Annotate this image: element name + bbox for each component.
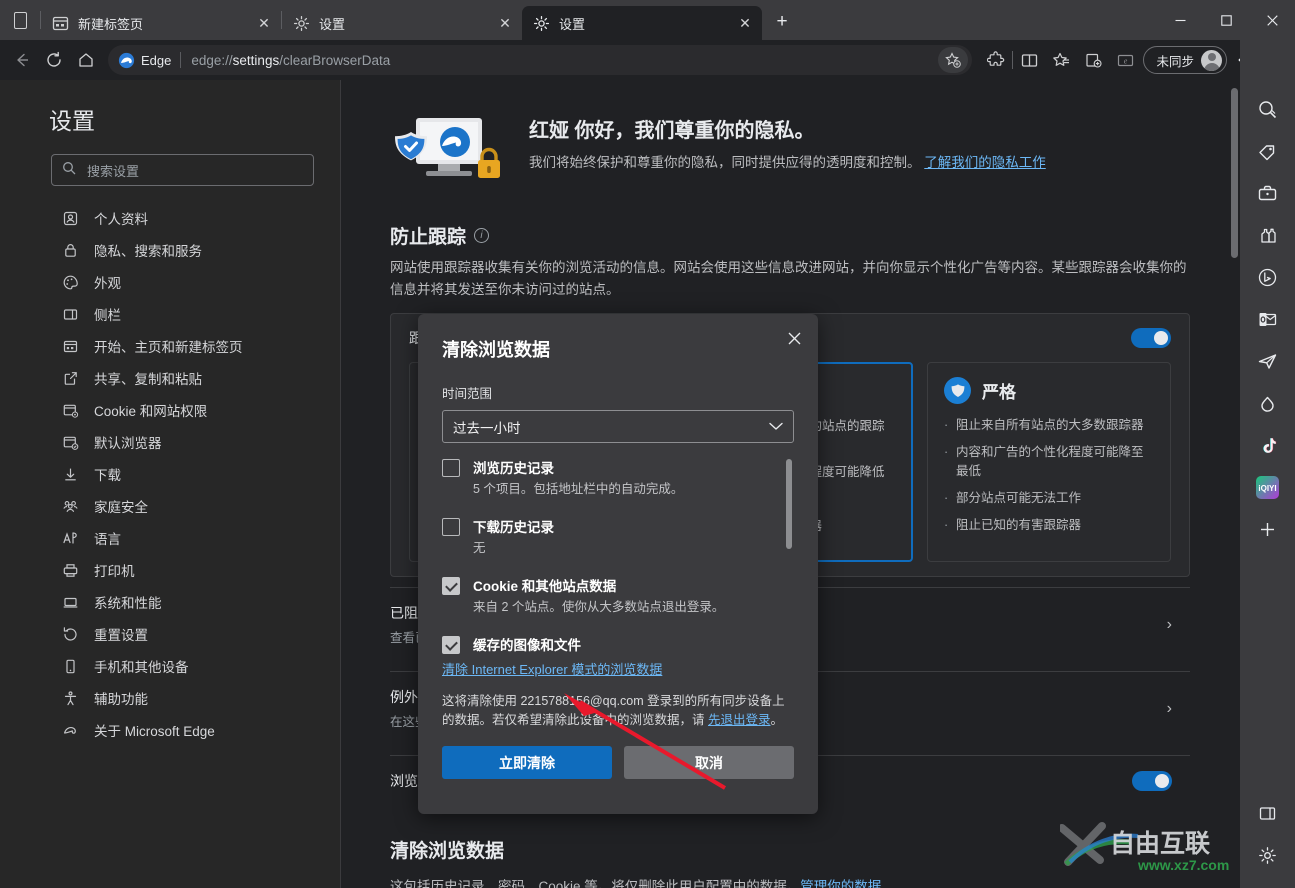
add-favorite-icon[interactable] bbox=[938, 47, 969, 73]
collections-button[interactable] bbox=[1077, 44, 1109, 76]
home-button[interactable] bbox=[70, 44, 102, 76]
tab-label: 新建标签页 bbox=[78, 16, 144, 32]
favorites-button[interactable] bbox=[1045, 44, 1077, 76]
checkbox-description: 无 bbox=[473, 541, 486, 555]
svg-text:iQIYI: iQIYI bbox=[1258, 484, 1276, 493]
checkbox[interactable] bbox=[442, 518, 460, 536]
time-range-select[interactable]: 过去一小时 bbox=[442, 410, 794, 443]
edge-logo-icon bbox=[118, 52, 135, 69]
bing-icon[interactable] bbox=[1251, 260, 1285, 294]
checkbox-description: 5 个项目。包括地址栏中的自动完成。 bbox=[473, 482, 684, 496]
clear-now-button[interactable]: 立即清除 bbox=[442, 746, 612, 779]
checkbox[interactable] bbox=[442, 636, 460, 654]
time-range-label: 时间范围 bbox=[442, 387, 493, 401]
browser-toolbar: Edge edge://settings/clearBrowserData e … bbox=[0, 40, 1295, 80]
checkbox-text: 缓存的图像和文件 释放的空间小于 83.0 MB。你下次访问时，有些网站的加 bbox=[473, 634, 776, 657]
dialog-list-scrollbar[interactable] bbox=[786, 459, 792, 549]
gear-icon[interactable] bbox=[1251, 838, 1285, 872]
close-button[interactable] bbox=[1249, 0, 1295, 40]
split-screen-button[interactable] bbox=[1013, 44, 1045, 76]
avatar bbox=[1201, 49, 1222, 71]
edge-sidebar: iQIYI bbox=[1240, 40, 1295, 888]
tab-label: 设置 bbox=[319, 16, 346, 32]
close-icon[interactable] bbox=[779, 323, 809, 353]
checkbox-label: 浏览历史记录 bbox=[473, 461, 554, 476]
chevron-down-icon bbox=[769, 419, 783, 434]
tab-close-button[interactable]: ✕ bbox=[734, 12, 756, 34]
newtab-icon bbox=[52, 15, 69, 32]
tab-new-tab-page[interactable]: 新建标签页 ✕ bbox=[41, 6, 281, 40]
send-plane-icon[interactable] bbox=[1251, 344, 1285, 378]
games-icon[interactable] bbox=[1251, 218, 1285, 252]
sync-status-button[interactable]: 未同步 bbox=[1143, 46, 1227, 74]
tab-search-button[interactable] bbox=[0, 0, 40, 40]
checkbox-text: 浏览历史记录 5 个项目。包括地址栏中的自动完成。 bbox=[473, 457, 683, 498]
ie-mode-clear-link[interactable]: 清除 Internet Explorer 模式的浏览数据 bbox=[442, 659, 794, 678]
svg-text:e: e bbox=[1124, 56, 1128, 65]
checkbox-text: 下载历史记录 无 bbox=[473, 516, 554, 557]
note-after-text: 。 bbox=[770, 713, 784, 727]
clear-browsing-data-dialog: 清除浏览数据 时间范围 过去一小时 浏览历史记录 5 个项目。包括地址栏中的自动… bbox=[418, 314, 818, 814]
tools-briefcase-icon[interactable] bbox=[1251, 176, 1285, 210]
gear-icon bbox=[533, 15, 550, 32]
checkbox-description: 来自 2 个站点。使你从大多数站点退出登录。 bbox=[473, 600, 725, 614]
tab-settings-2-active[interactable]: 设置 ✕ bbox=[522, 6, 762, 40]
url-text: edge://settings/clearBrowserData bbox=[191, 53, 938, 68]
tab-label: 设置 bbox=[559, 16, 586, 32]
checkbox[interactable] bbox=[442, 577, 460, 595]
checkbox-row-cached-images[interactable]: 缓存的图像和文件 释放的空间小于 83.0 MB。你下次访问时，有些网站的加 bbox=[442, 634, 794, 657]
tab-close-button[interactable]: ✕ bbox=[253, 12, 275, 34]
omnibox-divider bbox=[180, 52, 182, 68]
reload-button[interactable] bbox=[38, 44, 70, 76]
checkbox-text: Cookie 和其他站点数据 来自 2 个站点。使你从大多数站点退出登录。 bbox=[473, 575, 724, 616]
checkbox-label: Cookie 和其他站点数据 bbox=[473, 579, 617, 594]
time-range-value: 过去一小时 bbox=[453, 420, 521, 436]
dialog-title: 清除浏览数据 bbox=[442, 340, 550, 360]
checkbox-row-browsing-history[interactable]: 浏览历史记录 5 个项目。包括地址栏中的自动完成。 bbox=[442, 457, 794, 498]
outlook-icon[interactable] bbox=[1251, 302, 1285, 336]
edge-brand-label: Edge bbox=[141, 52, 172, 68]
url-path: /clearBrowserData bbox=[279, 52, 391, 68]
shopping-tag-icon[interactable] bbox=[1251, 134, 1285, 168]
window-controls bbox=[1157, 0, 1295, 40]
maximize-button[interactable] bbox=[1203, 0, 1249, 40]
search-magnifier-icon[interactable] bbox=[1251, 92, 1285, 126]
tab-close-button[interactable]: ✕ bbox=[494, 12, 516, 34]
sync-status-label: 未同步 bbox=[1156, 54, 1194, 69]
checkbox-row-cookies[interactable]: Cookie 和其他站点数据 来自 2 个站点。使你从大多数站点退出登录。 bbox=[442, 575, 794, 616]
customize-sidebar-icon[interactable] bbox=[1251, 796, 1285, 830]
checkbox-row-download-history[interactable]: 下载历史记录 无 bbox=[442, 516, 794, 557]
title-bar: 新建标签页 ✕ 设置 ✕ 设置 ✕ + bbox=[0, 0, 1295, 40]
drop-icon[interactable] bbox=[1251, 386, 1285, 420]
address-bar[interactable]: Edge edge://settings/clearBrowserData bbox=[108, 45, 973, 75]
iqiyi-icon[interactable]: iQIYI bbox=[1251, 470, 1285, 504]
tab-strip: 新建标签页 ✕ 设置 ✕ 设置 ✕ + bbox=[0, 0, 797, 40]
new-tab-button[interactable]: + bbox=[767, 7, 797, 37]
cancel-button[interactable]: 取消 bbox=[624, 746, 794, 779]
dialog-sync-note: 这将清除使用 2215788156@qq.com 登录到的所有同步设备上的数据。… bbox=[442, 692, 794, 730]
gear-icon bbox=[293, 15, 310, 32]
tiktok-icon[interactable] bbox=[1251, 428, 1285, 462]
back-button[interactable] bbox=[6, 44, 38, 76]
url-host: settings bbox=[232, 52, 280, 68]
checkbox-label: 下载历史记录 bbox=[473, 520, 554, 535]
page-container: 设置 搜索设置 个人资料 隐私、搜索和服务 外观 侧栏 开始、主页和新建标签页 … bbox=[0, 80, 1240, 888]
add-plus-icon[interactable] bbox=[1251, 512, 1285, 546]
tab-settings-1[interactable]: 设置 ✕ bbox=[282, 6, 522, 40]
minimize-button[interactable] bbox=[1157, 0, 1203, 40]
checkbox-label: 缓存的图像和文件 bbox=[473, 638, 581, 653]
extensions-button[interactable] bbox=[980, 44, 1012, 76]
ie-mode-button[interactable]: e bbox=[1109, 44, 1141, 76]
dialog-actions: 立即清除 取消 bbox=[442, 746, 794, 779]
tab-search-icon bbox=[13, 11, 27, 29]
data-type-list[interactable]: 浏览历史记录 5 个项目。包括地址栏中的自动完成。 下载历史记录 无 Cooki… bbox=[442, 457, 794, 657]
sign-out-first-link[interactable]: 先退出登录 bbox=[708, 713, 771, 727]
url-scheme: edge:// bbox=[191, 52, 233, 68]
checkbox[interactable] bbox=[442, 459, 460, 477]
